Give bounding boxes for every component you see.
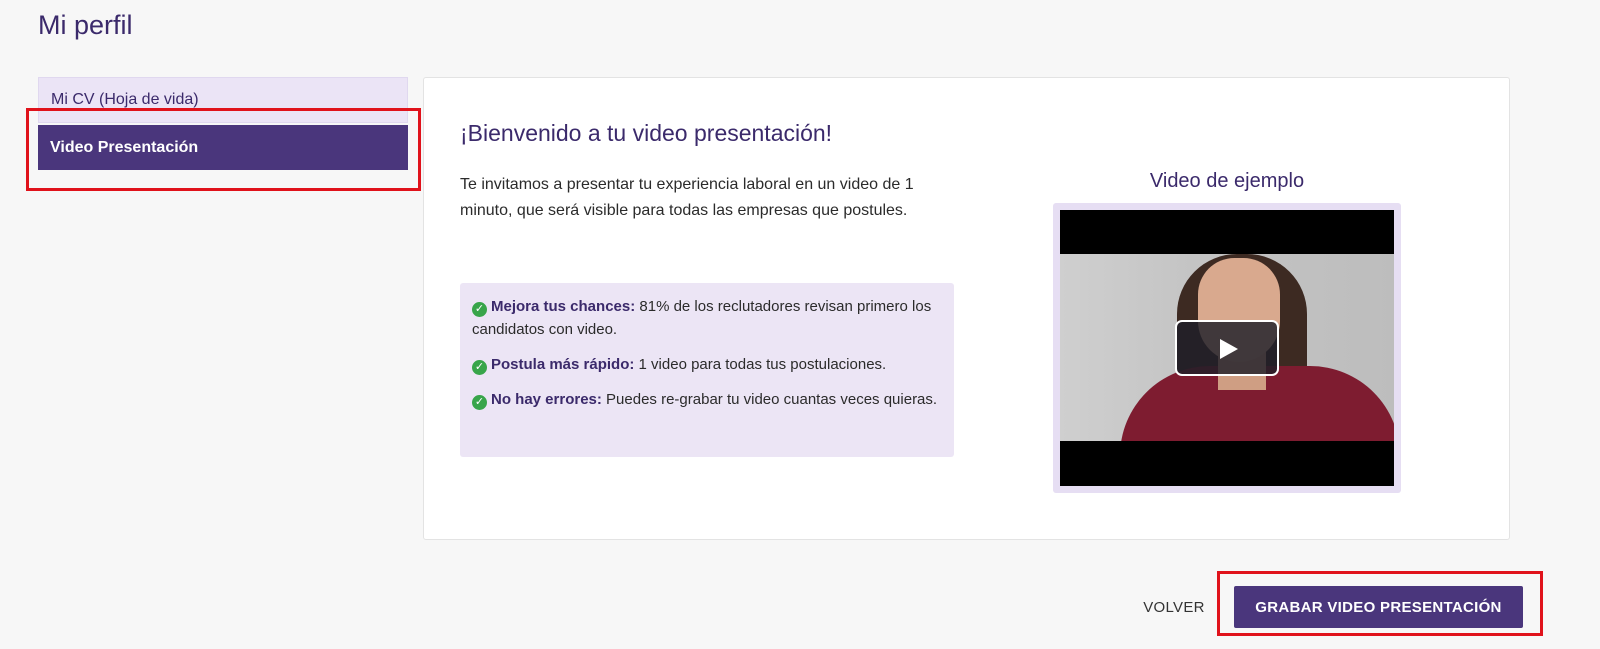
sidebar-item-cv[interactable]: Mi CV (Hoja de vida) <box>38 77 408 123</box>
page-title: Mi perfil <box>38 10 133 40</box>
benefit-lead: Mejora tus chances: <box>491 298 636 315</box>
play-button[interactable] <box>1175 320 1279 376</box>
benefit-item: ✓ No hay errores: Puedes re-grabar tu vid… <box>472 388 942 411</box>
video-title: Video de ejemplo <box>1149 170 1305 192</box>
play-icon <box>1220 339 1238 359</box>
example-video-frame <box>1053 203 1401 493</box>
example-video-player[interactable] <box>1060 210 1394 486</box>
check-circle-icon: ✓ <box>472 395 487 410</box>
welcome-heading: ¡Bienvenido a tu video presentación! <box>460 120 833 146</box>
benefit-item: ✓ Mejora tus chances: 81% de los reclutad… <box>472 295 942 341</box>
benefit-lead: Postula más rápido: <box>491 356 635 373</box>
video-presentation-card: ¡Bienvenido a tu video presentación! Te … <box>423 77 1510 540</box>
sidebar-item-label: Video Presentación <box>50 138 199 156</box>
benefit-text: 1 video para todas tus postulaciones. <box>634 356 887 373</box>
benefit-text: Puedes re-grabar tu video cuantas veces … <box>601 391 938 408</box>
back-button[interactable]: VOLVER <box>1136 596 1212 618</box>
record-video-button[interactable]: GRABAR VIDEO PRESENTACIÓN <box>1234 586 1523 628</box>
benefits-box: ✓ Mejora tus chances: 81% de los reclutad… <box>460 283 954 457</box>
check-circle-icon: ✓ <box>472 360 487 375</box>
benefit-item: ✓ Postula más rápido: 1 video para todas … <box>472 353 942 376</box>
intro-text: Te invitamos a presentar tu experiencia … <box>460 176 914 219</box>
check-circle-icon: ✓ <box>472 302 487 317</box>
sidebar-item-label: Mi CV (Hoja de vida) <box>51 91 199 108</box>
profile-sidebar: Mi CV (Hoja de vida) Video Presentación <box>38 77 408 170</box>
benefit-lead: No hay errores: <box>491 391 602 408</box>
sidebar-item-video-presentation[interactable]: Video Presentación <box>38 125 408 170</box>
